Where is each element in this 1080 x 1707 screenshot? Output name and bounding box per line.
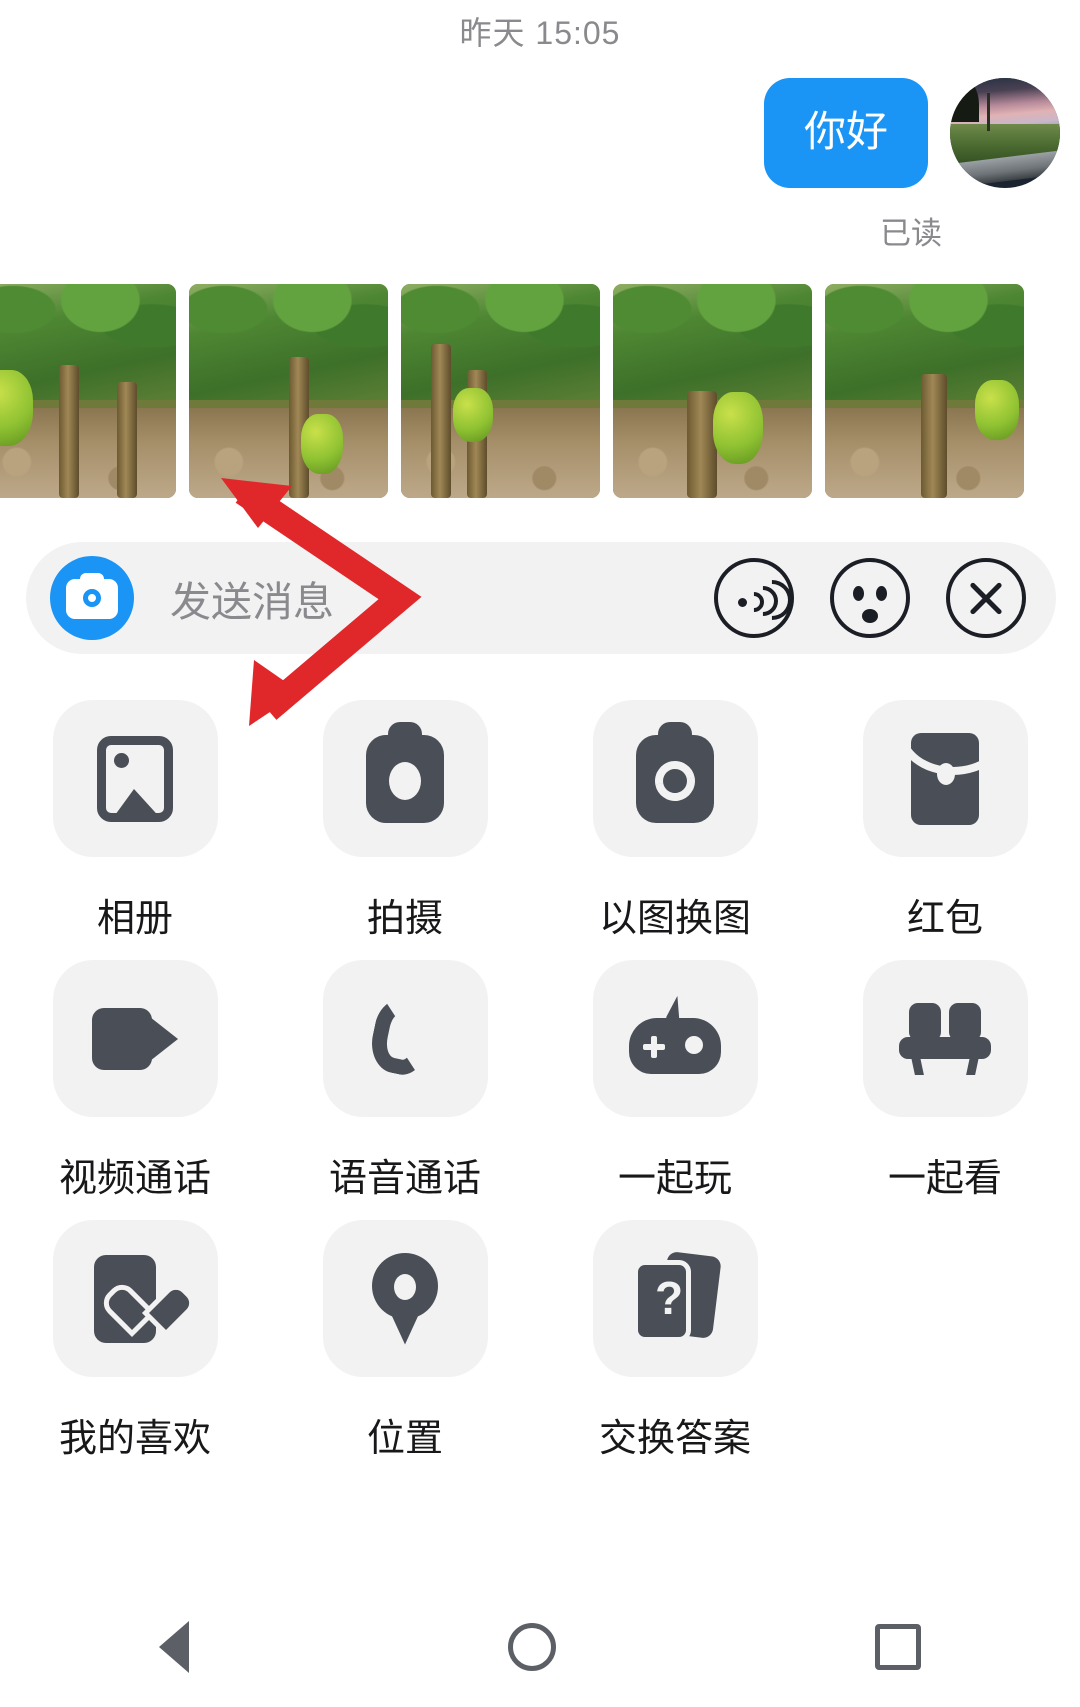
emoji-face-icon[interactable]: [830, 558, 910, 638]
photo-banana-bunch: [713, 392, 763, 464]
image-swap-tile[interactable]: [592, 700, 758, 857]
photo-trunk: [921, 373, 947, 498]
action-item-location[interactable]: 位置: [270, 1202, 540, 1462]
photo-thumbnail[interactable]: [613, 284, 812, 498]
action-label: 视频通话: [58, 1158, 211, 1200]
action-item-camera[interactable]: 拍摄: [270, 682, 540, 942]
message-input-bar[interactable]: 发送消息: [26, 542, 1056, 654]
photo-thumbnail[interactable]: [825, 284, 1024, 498]
photo-trunk: [431, 343, 451, 498]
action-item-watch-together[interactable]: 一起看: [810, 942, 1080, 1202]
photo-canopy: [613, 284, 812, 400]
photo-icon: [97, 735, 173, 822]
photo-trunk: [117, 382, 137, 498]
action-item-voice-call[interactable]: 语音通话: [270, 942, 540, 1202]
photo-strip[interactable]: [0, 284, 1080, 498]
recents-icon[interactable]: [874, 1624, 921, 1670]
action-item-image-swap[interactable]: 以图换图: [540, 682, 810, 942]
action-item-my-favorites[interactable]: 我的喜欢: [0, 1202, 270, 1462]
question-cards-icon: ?: [633, 1250, 722, 1344]
voice-call-tile[interactable]: [322, 960, 488, 1117]
red-packet-tile[interactable]: [862, 700, 1028, 857]
action-item-album[interactable]: 相册: [0, 682, 270, 942]
action-label: 红包: [906, 898, 983, 940]
outgoing-message-row: 你好: [763, 78, 1060, 188]
photo-thumbnail[interactable]: [0, 284, 176, 498]
action-label: 相册: [96, 898, 173, 940]
action-item-video-call[interactable]: 视频通话: [0, 942, 270, 1202]
album-tile[interactable]: [52, 700, 218, 857]
video-call-icon: [92, 1007, 178, 1070]
chat-screen: 昨天 15:05 你好 已读 发送消息 相册 拍摄 以图换图 红包 视频通话 语…: [0, 0, 1080, 1707]
emoji-eye: [876, 586, 887, 601]
phone-call-icon: [365, 994, 445, 1080]
voice-wave: [743, 571, 801, 629]
input-bar-icons: [714, 558, 1026, 638]
photo-thumbnail[interactable]: [189, 284, 388, 498]
photo-banana-bunch: [453, 388, 493, 442]
photo-trunk: [59, 365, 79, 498]
close-icon[interactable]: [946, 558, 1026, 638]
action-label: 语音通话: [328, 1158, 481, 1200]
action-label: 一起看: [887, 1158, 1002, 1200]
action-item-empty: [810, 1202, 1080, 1462]
action-label: 我的喜欢: [58, 1418, 211, 1460]
game-controller-icon: [629, 994, 721, 1074]
play-together-tile[interactable]: [592, 960, 758, 1117]
search-input[interactable]: 发送消息: [170, 568, 714, 628]
action-label: 一起玩: [617, 1158, 732, 1200]
voice-icon[interactable]: [714, 558, 801, 638]
action-label: 位置: [366, 1418, 443, 1460]
favorite-heart-icon: [94, 1254, 176, 1343]
location-pin-icon: [372, 1252, 438, 1345]
android-navigation-bar: [0, 1587, 1080, 1707]
photo-trunk: [687, 391, 717, 498]
home-icon[interactable]: [507, 1623, 556, 1671]
camera-icon[interactable]: [50, 556, 134, 640]
photo-banana-bunch: [301, 414, 343, 474]
photo-thumbnail[interactable]: [401, 284, 600, 498]
action-item-exchange-answers[interactable]: ? 交换答案: [540, 1202, 810, 1462]
camera-lens: [83, 589, 101, 607]
image-swap-icon: [636, 721, 714, 823]
question-mark: ?: [654, 1271, 684, 1324]
read-status: 已读: [880, 216, 942, 251]
video-call-tile[interactable]: [52, 960, 218, 1117]
avatar-pole: [987, 93, 991, 131]
action-item-red-packet[interactable]: 红包: [810, 682, 1080, 942]
camera-tile[interactable]: [322, 700, 488, 857]
sofa-icon: [899, 1002, 991, 1075]
action-item-play-together[interactable]: 一起玩: [540, 942, 810, 1202]
action-label: 拍摄: [366, 898, 443, 940]
back-icon[interactable]: [159, 1621, 190, 1673]
emoji-mouth: [862, 609, 878, 623]
red-packet-icon: [911, 732, 979, 825]
location-tile[interactable]: [322, 1220, 488, 1377]
avatar[interactable]: [950, 78, 1060, 188]
camera-icon: [366, 721, 444, 823]
message-timestamp: 昨天 15:05: [459, 15, 621, 51]
photo-banana-bunch: [975, 380, 1019, 440]
action-grid: 相册 拍摄 以图换图 红包 视频通话 语音通话 一起玩 一起看 我的喜欢 位置 …: [0, 682, 1080, 1462]
action-label: 以图换图: [598, 898, 751, 940]
action-label: 交换答案: [598, 1418, 751, 1460]
exchange-answers-tile[interactable]: ?: [592, 1220, 758, 1377]
watch-together-tile[interactable]: [862, 960, 1028, 1117]
message-bubble[interactable]: 你好: [763, 78, 928, 188]
emoji-eye: [853, 586, 864, 601]
my-favorites-tile[interactable]: [52, 1220, 218, 1377]
